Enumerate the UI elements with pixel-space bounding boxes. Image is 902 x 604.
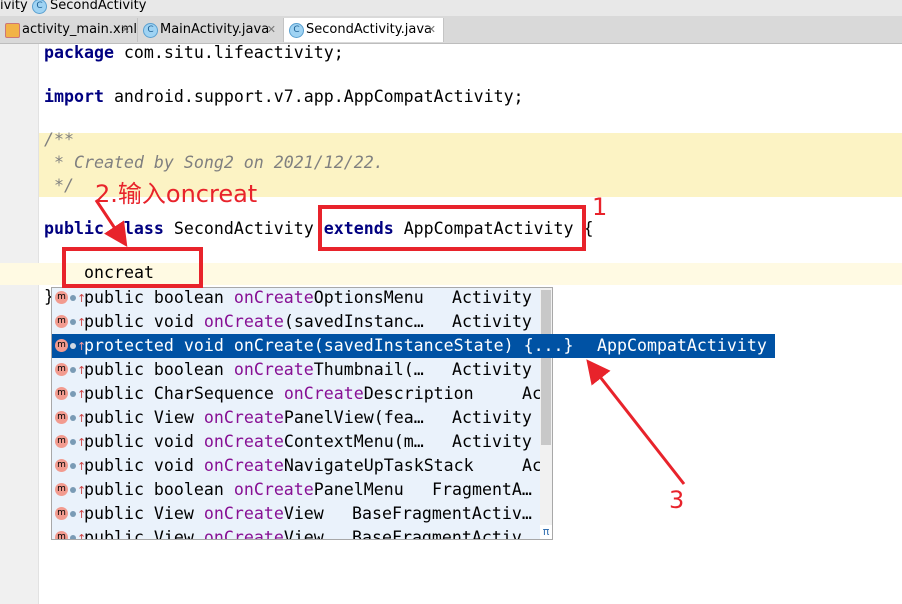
breadcrumb: ivity C SecondActivity: [0, 0, 902, 16]
completion-item[interactable]: m ↑ public void onCreateContextMenu(m… Acti…: [52, 430, 540, 454]
visibility-icon: [70, 535, 76, 539]
visibility-icon: [70, 391, 76, 397]
visibility-icon: [70, 295, 76, 301]
item-text: public CharSequence onCreateDescription: [84, 384, 474, 403]
completion-item[interactable]: m ↑ public CharSequence onCreateDescriptio…: [52, 382, 552, 406]
item-text: public void onCreate(savedInstanc…: [84, 312, 424, 331]
class-icon: C: [289, 23, 304, 38]
pi-icon[interactable]: π: [540, 525, 552, 539]
annotation-label-2: 2.输入oncreat: [95, 180, 258, 208]
item-text: protected void onCreate(savedInstanceSta…: [84, 336, 574, 355]
method-icon: m: [55, 435, 68, 448]
visibility-icon: [70, 463, 76, 469]
item-text: public View onCreatePanelView(fea…: [84, 408, 424, 427]
breadcrumb-item[interactable]: SecondActivity: [50, 0, 146, 13]
method-icon: m: [55, 363, 68, 376]
completion-item[interactable]: m ↑ public View onCreateView BaseFragmentAc…: [52, 526, 540, 540]
item-text: public View onCreateView: [84, 504, 324, 523]
scrollbar[interactable]: [540, 288, 552, 539]
visibility-icon: [70, 487, 76, 493]
close-icon[interactable]: ✕: [427, 18, 436, 42]
item-type: BaseFragmentActiv…: [352, 504, 532, 523]
annotation-label-3: 3: [669, 486, 685, 514]
method-icon: m: [55, 339, 68, 352]
class-icon: C: [143, 23, 158, 38]
tab-label: activity_main.xml: [22, 22, 138, 37]
completion-item[interactable]: m ↑ public boolean onCreateOptionsMenu Acti…: [52, 288, 540, 310]
method-icon: m: [55, 459, 68, 472]
scrollbar-thumb[interactable]: [541, 290, 551, 445]
annotation-label-1: 1: [592, 193, 608, 221]
item-text: public void onCreateNavigateUpTaskStack: [84, 456, 474, 475]
completion-item[interactable]: m ↑ public View onCreatePanelView(fea… Acti…: [52, 406, 540, 430]
item-type: Activity: [452, 312, 532, 331]
visibility-icon: [70, 319, 76, 325]
annotation-box-1: [318, 205, 586, 251]
visibility-icon: [70, 343, 76, 349]
completion-item[interactable]: m ↑ public void onCreate(savedInstanc… Acti…: [52, 310, 540, 334]
method-icon: m: [55, 291, 68, 304]
tab-activity-main-xml[interactable]: activity_main.xml ✕: [0, 18, 138, 42]
method-icon: m: [55, 483, 68, 496]
visibility-icon: [70, 367, 76, 373]
method-icon: m: [55, 507, 68, 520]
tab-label: MainActivity.java: [160, 22, 270, 37]
visibility-icon: [70, 511, 76, 517]
item-text: public boolean onCreateOptionsMenu: [84, 288, 424, 307]
item-type: Activity: [452, 408, 532, 427]
completion-item[interactable]: m ↑ public View onCreateView BaseFragmentAc…: [52, 502, 540, 526]
tab-main-activity[interactable]: C MainActivity.java ✕: [138, 18, 284, 42]
close-icon[interactable]: ✕: [267, 18, 276, 42]
code-line[interactable]: import android.support.v7.app.AppCompatA…: [44, 86, 524, 108]
annotation-box-2: [62, 247, 203, 288]
item-text: public View onCreateView: [84, 528, 324, 540]
item-type: Activity: [452, 360, 532, 379]
item-type: Activity: [452, 432, 532, 451]
visibility-icon: [70, 439, 76, 445]
item-type: Activity: [452, 288, 532, 307]
breadcrumb-item[interactable]: ivity: [0, 0, 28, 13]
code-line[interactable]: */: [44, 175, 74, 197]
completion-item[interactable]: m ↑ public boolean onCreateThumbnail(… Acti…: [52, 358, 540, 382]
tab-label: SecondActivity.java: [306, 22, 432, 37]
method-icon: m: [55, 315, 68, 328]
code-line[interactable]: /**: [44, 129, 74, 151]
close-icon[interactable]: ✕: [121, 18, 130, 42]
completion-item[interactable]: m ↑ public void onCreateNavigateUpTaskStac…: [52, 454, 552, 478]
method-icon: m: [55, 387, 68, 400]
completion-item[interactable]: m ↑ public boolean onCreatePanelMenu Fragme…: [52, 478, 540, 502]
item-type: FragmentA…: [432, 480, 532, 499]
item-text: public boolean onCreatePanelMenu: [84, 480, 404, 499]
editor-gutter: [0, 44, 39, 604]
code-line[interactable]: package com.situ.lifeactivity;: [44, 42, 344, 64]
method-icon: m: [55, 411, 68, 424]
completion-item-selected[interactable]: m ↑ protected void onCreate(savedInstanceS…: [52, 334, 775, 358]
item-type: BaseFragmentActiv…: [352, 528, 532, 540]
visibility-icon: [70, 415, 76, 421]
item-text: public void onCreateContextMenu(m…: [84, 432, 424, 451]
item-text: public boolean onCreateThumbnail(…: [84, 360, 424, 379]
tab-second-activity[interactable]: C SecondActivity.java ✕: [284, 18, 444, 42]
arrow-3: [586, 359, 686, 485]
class-icon: C: [32, 0, 47, 14]
xml-file-icon: [5, 23, 20, 38]
code-line[interactable]: * Created by Song2 on 2021/12/22.: [44, 152, 384, 174]
item-type: AppCompatActivity: [597, 336, 767, 355]
method-icon: m: [55, 531, 68, 539]
editor-tabs: activity_main.xml ✕ C MainActivity.java ✕ C…: [0, 16, 902, 44]
completion-popup: m ↑ public View onCreateView BaseFragmentAc…: [51, 287, 553, 540]
